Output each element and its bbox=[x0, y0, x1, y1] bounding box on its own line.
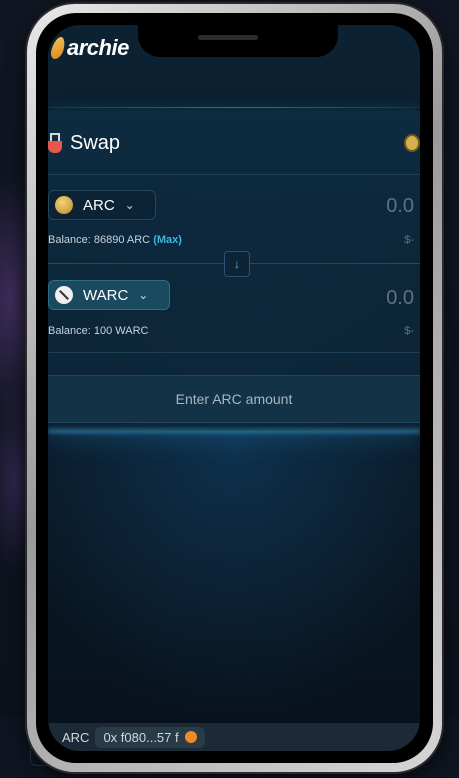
from-balance-text: Balance: 86890 ARC bbox=[48, 234, 151, 246]
form-divider bbox=[48, 352, 420, 353]
swap-submit-button[interactable]: Enter ARC amount bbox=[48, 375, 420, 423]
chevron-down-icon: ⌄ bbox=[138, 288, 149, 302]
from-balance: Balance: 86890 ARC (Max) bbox=[48, 234, 182, 246]
to-balance: Balance: 100 WARC bbox=[48, 325, 149, 337]
arrow-down-icon: ↓ bbox=[234, 257, 240, 271]
to-token-select[interactable]: WARC ⌄ bbox=[48, 280, 170, 310]
from-token-select[interactable]: ARC ⌄ bbox=[48, 190, 156, 220]
wallet-address-button[interactable]: 0x f080...57 f bbox=[95, 726, 205, 748]
chevron-down-icon: ⌄ bbox=[124, 198, 135, 212]
wallet-address: 0x f080...57 f bbox=[103, 729, 179, 745]
from-token-label: ARC bbox=[83, 196, 115, 214]
logo-mark-icon bbox=[49, 37, 67, 59]
speaker-icon bbox=[198, 35, 258, 40]
switch-divider-left bbox=[48, 263, 224, 264]
swap-header: Swap bbox=[48, 132, 120, 155]
phone-notch bbox=[138, 25, 338, 57]
wallet-bar: ARC 0x f080...57 f bbox=[48, 723, 420, 751]
to-amount-input[interactable]: 0.0 bbox=[386, 287, 414, 310]
from-amount-input[interactable]: 0.0 bbox=[386, 195, 414, 218]
to-usd-value: $- bbox=[404, 325, 414, 337]
warc-coin-icon bbox=[55, 286, 73, 304]
phone-frame: archie Swap ARC ⌄ 0.0 Balance: 86890 ARC… bbox=[27, 4, 442, 772]
bottom-token-label: ARC bbox=[62, 729, 90, 745]
max-button[interactable]: (Max) bbox=[153, 234, 182, 246]
app-logo[interactable]: archie bbox=[49, 35, 129, 61]
settings-icon[interactable] bbox=[404, 134, 420, 152]
title-divider bbox=[48, 174, 420, 175]
wallet-avatar-icon bbox=[184, 731, 197, 743]
flask-icon bbox=[48, 132, 64, 155]
header-divider bbox=[48, 107, 420, 108]
switch-direction-button[interactable]: ↓ bbox=[224, 251, 250, 277]
arc-coin-icon bbox=[55, 196, 73, 214]
page-title: Swap bbox=[70, 132, 121, 154]
to-token-label: WARC bbox=[83, 286, 129, 304]
phone-screen: archie Swap ARC ⌄ 0.0 Balance: 86890 ARC… bbox=[48, 25, 420, 751]
panel-glow bbox=[48, 429, 420, 433]
from-usd-value: $- bbox=[404, 234, 414, 246]
switch-divider-right bbox=[248, 263, 420, 264]
logo-text: archie bbox=[67, 35, 129, 60]
